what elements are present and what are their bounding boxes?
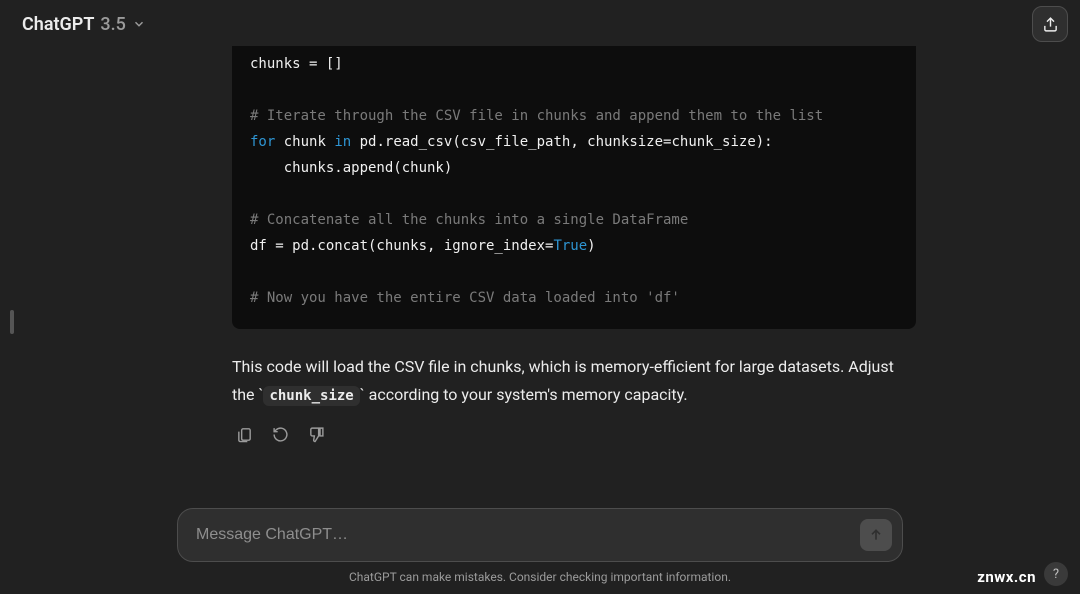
code-keyword: for	[250, 134, 275, 150]
message-content: # Create an empty list to store the chun…	[232, 46, 916, 446]
thumbs-down-icon	[308, 426, 325, 443]
clipboard-icon	[236, 426, 253, 443]
watermark: znwx.cn	[977, 568, 1036, 586]
message-actions	[232, 422, 916, 446]
message-input[interactable]	[196, 526, 860, 544]
code-block: # Create an empty list to store the chun…	[232, 46, 916, 329]
refresh-icon	[272, 426, 289, 443]
message-input-area	[177, 508, 903, 562]
assistant-text: This code will load the CSV file in chun…	[232, 353, 916, 410]
copy-button[interactable]	[232, 422, 256, 446]
model-selector[interactable]: ChatGPT 3.5	[12, 8, 156, 41]
share-button[interactable]	[1032, 6, 1068, 42]
code-comment: # Now you have the entire CSV data loade…	[250, 290, 680, 306]
code-keyword: in	[334, 134, 351, 150]
arrow-up-icon	[868, 527, 884, 543]
code-literal: True	[553, 238, 587, 254]
disclaimer-text: ChatGPT can make mistakes. Consider chec…	[0, 570, 1080, 584]
regenerate-button[interactable]	[268, 422, 292, 446]
code-comment: # Iterate through the CSV file in chunks…	[250, 108, 823, 124]
model-name: ChatGPT	[22, 14, 94, 35]
chevron-down-icon	[132, 17, 146, 31]
share-icon	[1042, 16, 1059, 33]
help-button[interactable]: ?	[1044, 562, 1068, 586]
model-version: 3.5	[100, 14, 125, 35]
help-icon: ?	[1053, 567, 1059, 582]
send-button[interactable]	[860, 519, 892, 551]
dislike-button[interactable]	[304, 422, 328, 446]
sidebar-scroll-indicator	[10, 310, 14, 334]
code-line: chunks.append(chunk)	[250, 155, 898, 181]
code-line: chunks = []	[250, 51, 898, 77]
code-comment: # Concatenate all the chunks into a sing…	[250, 212, 688, 228]
inline-code: chunk_size	[263, 386, 359, 406]
